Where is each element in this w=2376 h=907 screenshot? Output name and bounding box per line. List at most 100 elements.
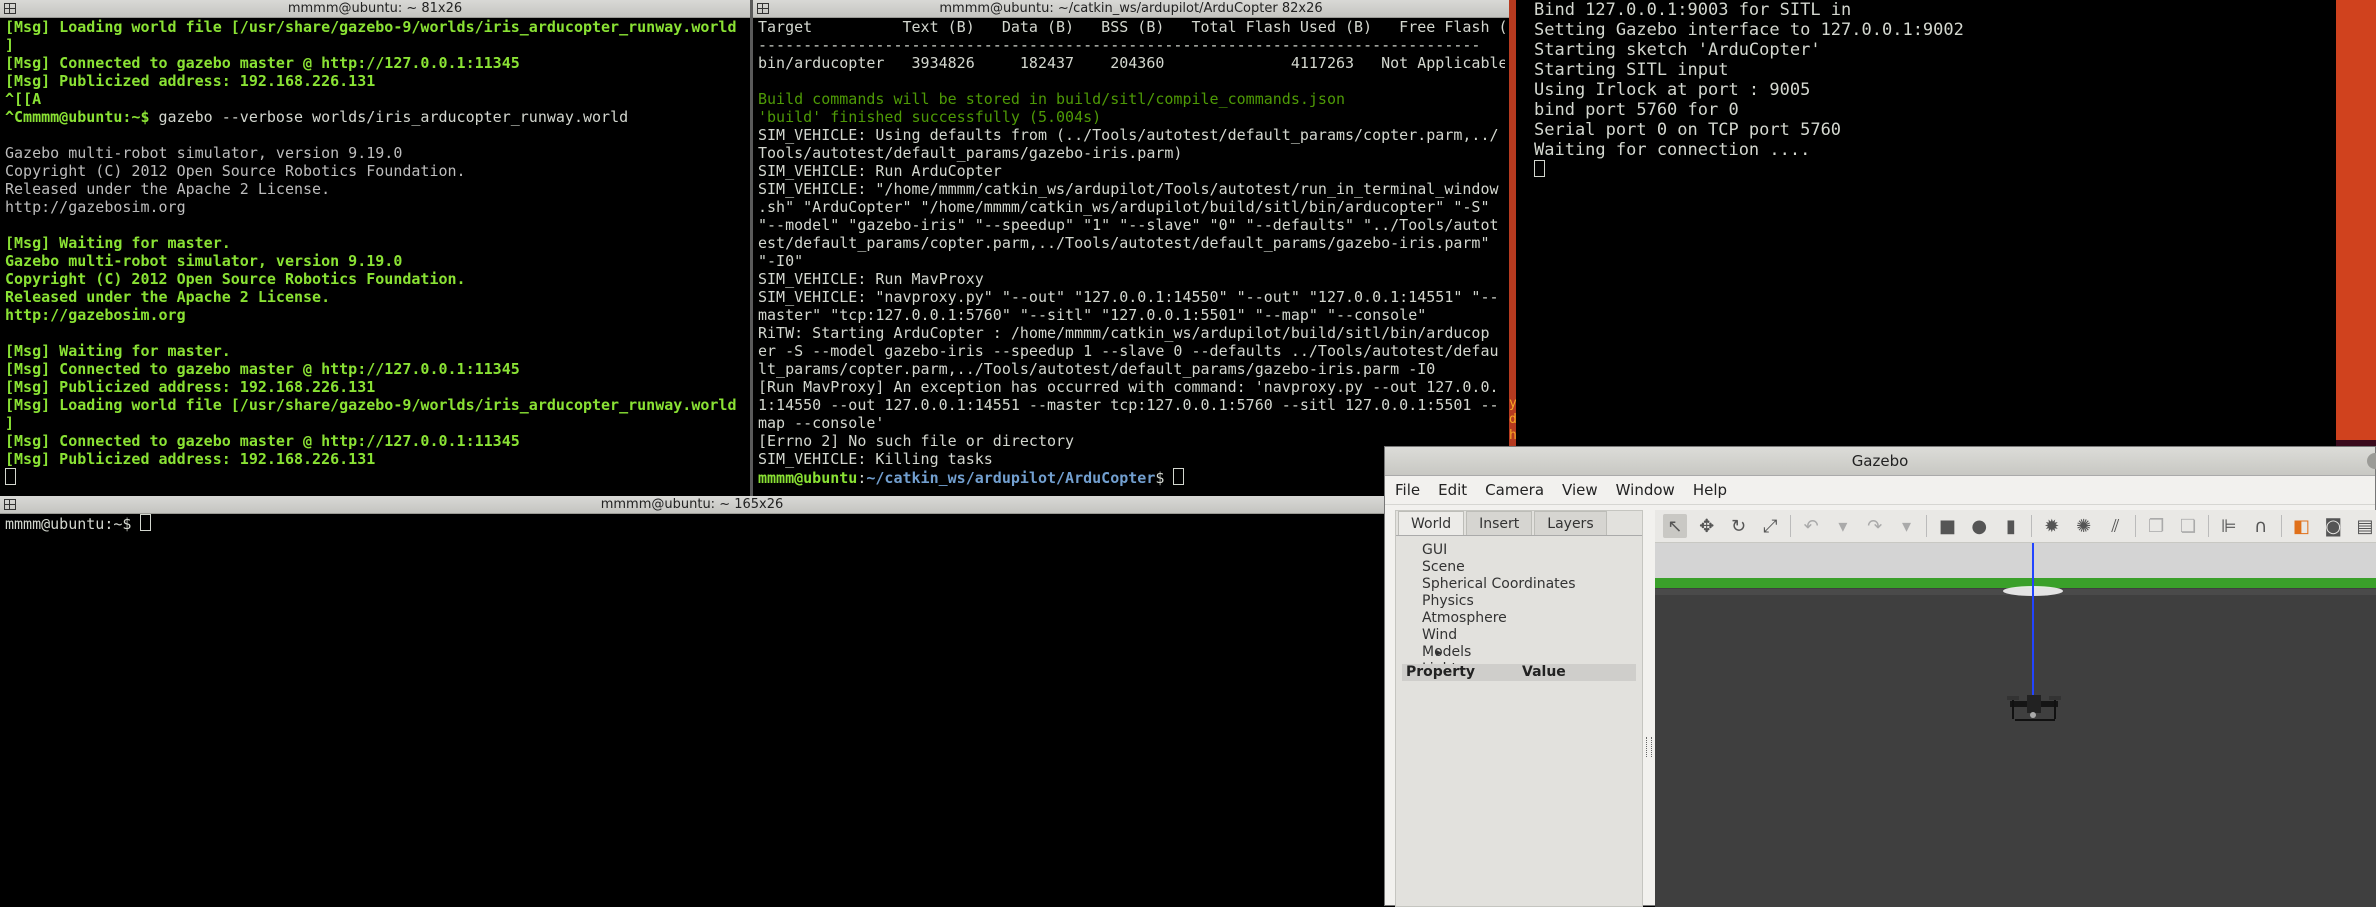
terminal-line: Target Text (B) Data (B) BSS (B) Total F… (758, 18, 1505, 36)
terminal-line: "--model" "gazebo-iris" "--speedup" "1" … (758, 216, 1505, 234)
terminal-text: Copyright (C) 2012 Open Source Robotics … (5, 162, 466, 180)
terminal-text: SIM_VEHICLE: "navproxy.py" "--out" "127.… (758, 288, 1499, 306)
terminal-text: ^[[A (5, 90, 42, 108)
tab-layers[interactable]: Layers (1534, 511, 1607, 535)
terminal-line: mmmm@ubuntu:~$ (5, 514, 1380, 532)
terminal-text: ^Cmmmm@ubuntu:~$ (5, 108, 159, 126)
terminal-line: map --console' (758, 414, 1505, 432)
tab-world[interactable]: World (1398, 511, 1465, 535)
terminal-line: Using Irlock at port : 9005 (1534, 80, 2332, 100)
terminal-line: [Msg] Publicized address: 192.168.226.13… (5, 378, 746, 396)
log-icon[interactable]: ▤ (2353, 514, 2376, 538)
tree-item-atmosphere[interactable]: Atmosphere (1422, 610, 1642, 627)
panel-splitter[interactable] (1646, 737, 1652, 757)
terminal-line: ] (5, 414, 746, 432)
menu-camera[interactable]: Camera (1485, 481, 1544, 499)
terminal-text: [Msg] Publicized address: 192.168.226.13… (5, 72, 376, 90)
snap-icon[interactable]: ∩ (2249, 514, 2273, 538)
tree-item-wind[interactable]: Wind (1422, 627, 1642, 644)
terminal-text: map --console' (758, 414, 885, 432)
terminal-line: bin/arducopter 3934826 182437 204360 411… (758, 54, 1505, 72)
gazebo-window[interactable]: Gazebo File Edit Camera View Window Help Worl… (1384, 446, 2376, 907)
window-close-icon[interactable] (2367, 453, 2376, 469)
terminal-title-bar[interactable]: mmmm@ubuntu: ~/catkin_ws/ardupilot/ArduC… (753, 0, 1509, 18)
translate-icon[interactable]: ✥ (1695, 514, 1719, 538)
gazebo-menu-bar: File Edit Camera View Window Help (1385, 476, 2375, 505)
redo-icon[interactable]: ↷ (1863, 514, 1887, 538)
sphere-icon[interactable]: ● (1967, 514, 1991, 538)
terminal-text: Released under the Apache 2 License. (5, 288, 331, 306)
terminal-text: SIM_VEHICLE: "/home/mmmm/catkin_ws/ardup… (758, 180, 1499, 198)
terminal-sim-vehicle[interactable]: mmmm@ubuntu: ~/catkin_ws/ardupilot/ArduC… (753, 0, 1509, 496)
terminal-text: est/default_params/copter.parm,../Tools/… (758, 234, 1490, 252)
directional-light-icon[interactable]: ⫽ (2104, 514, 2128, 538)
paste-icon[interactable]: ❏ (2176, 514, 2200, 538)
terminal-text: Waiting for connection .... (1534, 140, 1811, 160)
terminal-title-bar[interactable]: mmmm@ubuntu: ~ 81x26 (0, 0, 750, 18)
menu-help[interactable]: Help (1693, 481, 1727, 499)
undo-history-icon[interactable]: ▾ (1831, 514, 1855, 538)
tree-item-scene[interactable]: Scene (1422, 559, 1642, 576)
tree-item-gui[interactable]: GUI (1422, 542, 1642, 559)
terminal-text: mmmm@ubuntu:~$ (5, 515, 141, 532)
gazebo-3d-viewport[interactable] (1655, 543, 2376, 907)
terminal-output[interactable]: Bind 127.0.0.1:9003 for SITL in Setting G… (1534, 0, 2332, 446)
copy-icon[interactable]: ❐ (2144, 514, 2168, 538)
terminal-line: ^[[A (5, 90, 746, 108)
terminator-split-icon[interactable] (4, 3, 16, 14)
terminal-line: [Msg] Connected to gazebo master @ http:… (5, 432, 746, 450)
terminal-output[interactable]: Target Text (B) Data (B) BSS (B) Total F… (758, 18, 1505, 496)
redo-history-icon[interactable]: ▾ (1895, 514, 1919, 538)
terminal-line: .sh" "ArduCopter" "/home/mmmm/catkin_ws/… (758, 198, 1505, 216)
tree-item-spherical-coordinates[interactable]: Spherical Coordinates (1422, 576, 1642, 593)
screenshot-icon[interactable]: ◙ (2321, 514, 2345, 538)
spot-light-icon[interactable]: ✺ (2072, 514, 2096, 538)
terminal-title: mmmm@ubuntu: ~/catkin_ws/ardupilot/ArduC… (939, 1, 1323, 16)
terminal-arducopter-sitl[interactable]: Bind 127.0.0.1:9003 for SITL in Setting G… (1516, 0, 2336, 446)
gazebo-title-bar[interactable]: Gazebo (1385, 447, 2376, 476)
terminal-home[interactable]: mmmm@ubuntu: ~ 165x26 mmmm@ubuntu:~$ (0, 496, 1384, 906)
terminal-text: ~/catkin_ws/ardupilot/ArduCopter (866, 469, 1156, 486)
terminal-text: bind port 5760 for 0 (1534, 100, 1739, 120)
rotate-icon[interactable]: ↻ (1727, 514, 1751, 538)
terminal-text: SIM_VEHICLE: Run MavProxy (758, 270, 984, 288)
terminal-text: bin/arducopter 3934826 182437 204360 411… (758, 54, 1505, 72)
menu-file[interactable]: File (1395, 481, 1420, 499)
terminal-title: mmmm@ubuntu: ~ 81x26 (287, 1, 463, 16)
terminal-text: Gazebo multi-robot simulator, version 9.… (5, 144, 403, 162)
terminal-line: Gazebo multi-robot simulator, version 9.… (5, 252, 746, 270)
select-icon[interactable]: ↖ (1663, 514, 1687, 538)
toolbar-separator (2280, 515, 2282, 537)
change-view-icon[interactable]: ◧ (2290, 514, 2314, 538)
terminal-text: SIM_VEHICLE: Using defaults from (../Too… (758, 126, 1499, 144)
box-icon[interactable]: ■ (1935, 514, 1959, 538)
terminal-text: 'build' finished successfully (5.004s) (758, 108, 1102, 126)
tree-item-physics[interactable]: Physics (1422, 593, 1642, 610)
menu-edit[interactable]: Edit (1438, 481, 1467, 499)
terminal-title-bar[interactable]: mmmm@ubuntu: ~ 165x26 (0, 496, 1384, 514)
scene-render (1655, 543, 2376, 907)
terminal-text: RiTW: Starting ArduCopter : /home/mmmm/c… (758, 324, 1490, 342)
terminal-line: [Msg] Waiting for master. (5, 342, 746, 360)
menu-window[interactable]: Window (1616, 481, 1675, 499)
tab-insert[interactable]: Insert (1466, 511, 1533, 535)
toolbar-separator (2135, 515, 2137, 537)
cursor-block (1173, 468, 1185, 485)
undo-icon[interactable]: ↶ (1799, 514, 1823, 538)
terminal-line: er -S --model gazebo-iris --speedup 1 --… (758, 342, 1505, 360)
align-icon[interactable]: ⊫ (2217, 514, 2241, 538)
scale-icon[interactable]: ⤢ (1758, 514, 1782, 538)
terminal-text: SIM_VEHICLE: Run ArduCopter (758, 162, 1002, 180)
terminal-output[interactable]: mmmm@ubuntu:~$ (5, 514, 1380, 906)
terminal-text: "--model" "gazebo-iris" "--speedup" "1" … (758, 216, 1499, 234)
terminator-split-icon[interactable] (4, 499, 16, 510)
terminal-output[interactable]: [Msg] Loading world file [/usr/share/gaz… (5, 18, 746, 496)
cylinder-icon[interactable]: ▮ (1999, 514, 2023, 538)
tree-item-models[interactable]: Models (1422, 644, 1642, 661)
menu-view[interactable]: View (1562, 481, 1598, 499)
terminator-split-icon[interactable] (757, 3, 769, 14)
terminal-gazebo[interactable]: mmmm@ubuntu: ~ 81x26 [Msg] Loading world… (0, 0, 750, 496)
point-light-icon[interactable]: ✹ (2040, 514, 2064, 538)
terminal-text: gazebo --verbose worlds/iris_arducopter_… (158, 108, 629, 126)
terminal-text: Starting SITL input (1534, 60, 1729, 80)
